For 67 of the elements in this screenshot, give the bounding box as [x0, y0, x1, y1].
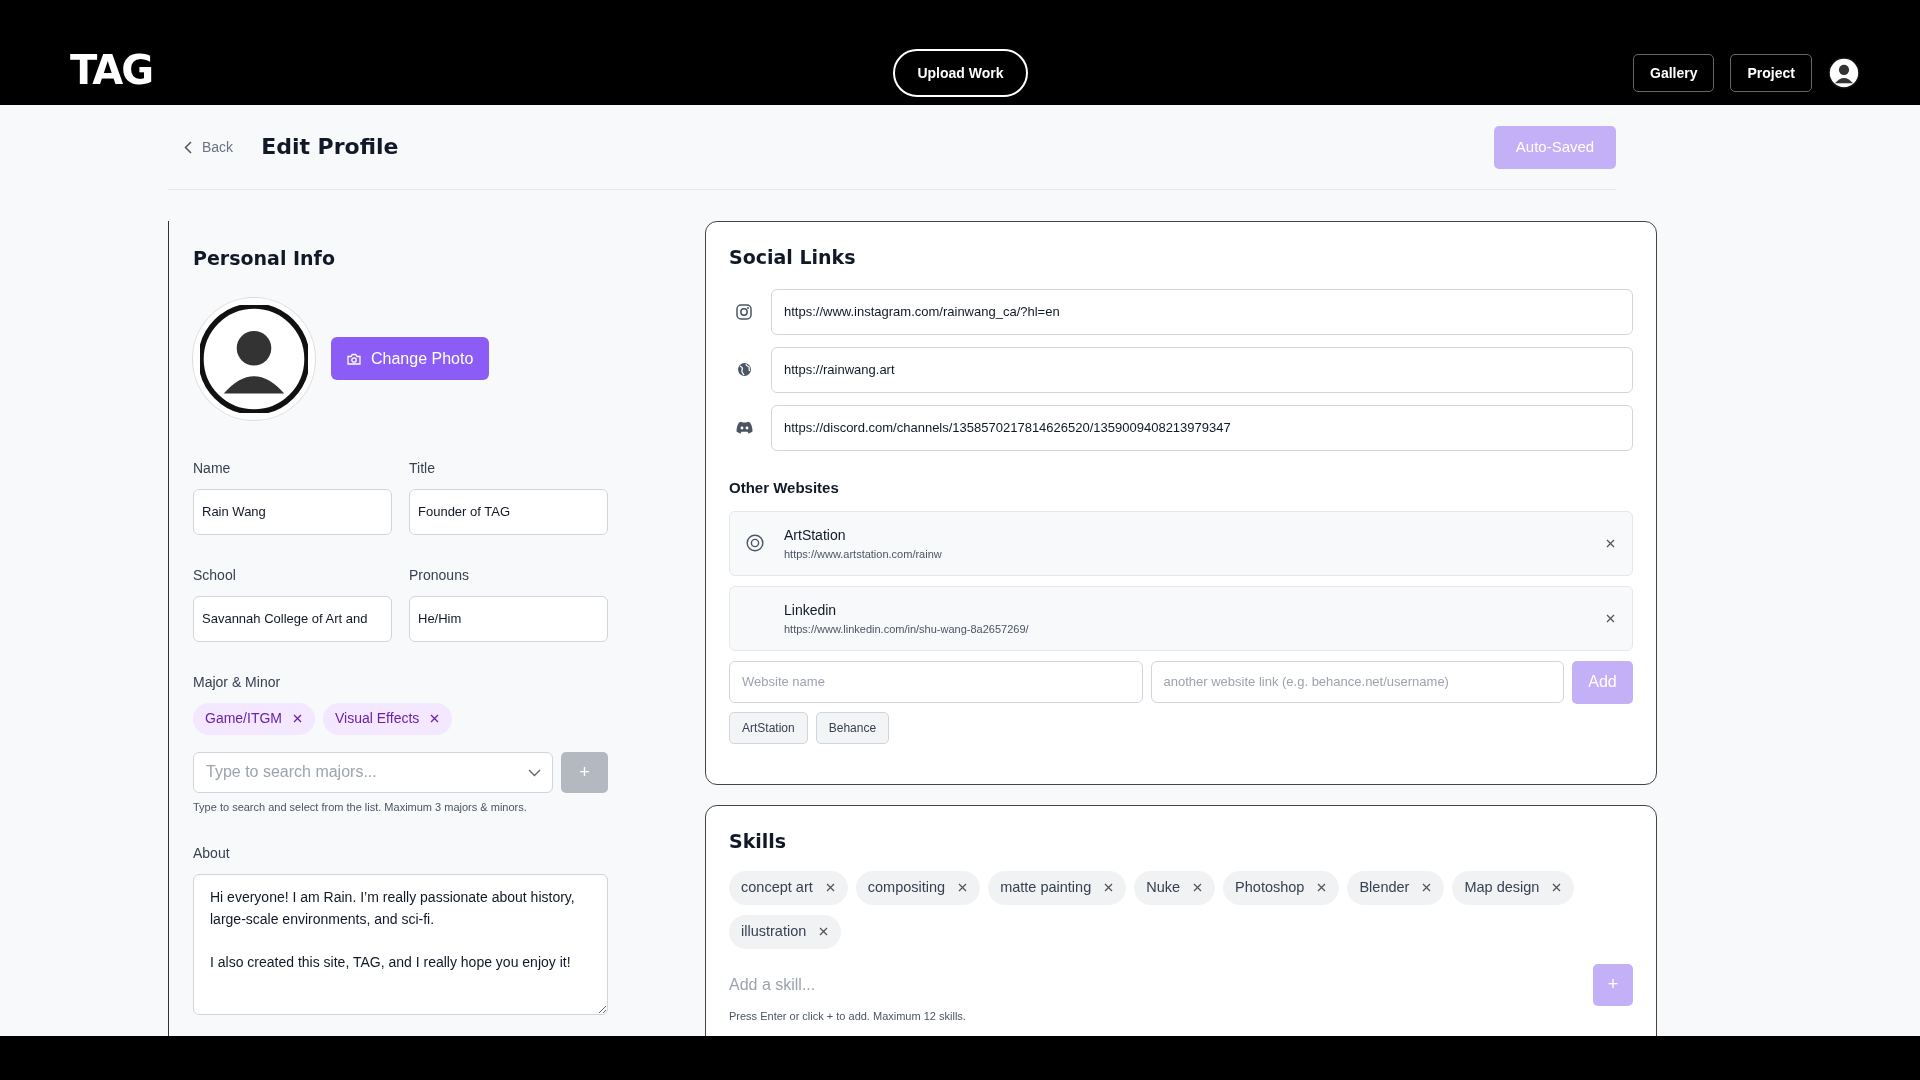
website-name: ArtStation [784, 525, 847, 545]
website-name: Linkedin [784, 600, 838, 620]
text-field[interactable]: He/Him [409, 595, 608, 642]
text-field[interactable]: Savannah College of Art and [193, 595, 392, 642]
website-url: https://www.artstation.com/rainw [784, 546, 942, 562]
close-icon[interactable] [429, 713, 441, 725]
field-label: School [193, 565, 237, 585]
close-icon[interactable] [1605, 537, 1616, 549]
chevron-down-icon [528, 768, 541, 777]
section-heading: Personal Info [193, 247, 336, 270]
section-heading: Skills [729, 830, 788, 853]
instagram-icon [736, 303, 752, 320]
website-name-field[interactable]: Website name [729, 660, 1143, 703]
about-field[interactable]: Hi everyone! I am Rain. I’m really passionate about history, large-scale environments, and sci-fi. I also created this site, TAG, and I really hope you enjoy it! [193, 874, 608, 1016]
text-field[interactable]: Founder of TAG [409, 488, 608, 535]
field-label: Major & Minor [193, 672, 282, 692]
website-url: https://www.linkedin.com/in/shu-wang-8a2657269/ [784, 621, 1029, 637]
tag-label: Visual Effects [335, 709, 420, 729]
close-icon[interactable] [1103, 882, 1115, 894]
field-label: Name [193, 458, 232, 478]
tag-label: compositing [867, 877, 946, 897]
tag-label: Game/ITGM [205, 709, 282, 729]
close-icon[interactable] [1421, 882, 1433, 894]
page-title: Edit Profile [261, 133, 399, 161]
upload-button[interactable]: Upload Work [893, 49, 1028, 97]
skill-field[interactable]: Add a skill... [729, 972, 1593, 997]
tag-label: Nuke [1146, 877, 1181, 897]
change-photo-button[interactable]: Change Photo [331, 337, 490, 381]
website-link-field[interactable]: another website link (e.g. behance.net/username) [1150, 660, 1564, 703]
suggestion-button[interactable]: Behance [815, 711, 890, 744]
field-label: About [193, 844, 231, 864]
url-field[interactable]: https://rainwang.art [771, 346, 1633, 393]
close-icon[interactable] [1605, 612, 1616, 624]
url-field[interactable]: https://www.instagram.com/rainwang_ca/?hl=en [771, 288, 1633, 335]
tag-label: Map design [1464, 877, 1540, 897]
target-icon [746, 534, 764, 553]
suggestion-button[interactable]: ArtStation [729, 711, 808, 744]
subsection-heading: Other Websites [729, 478, 840, 497]
section-heading: Social Links [729, 246, 857, 269]
close-icon[interactable] [1551, 882, 1563, 894]
nav-button[interactable]: Project [1730, 54, 1812, 92]
nav-button[interactable]: Gallery [1633, 54, 1715, 92]
profile-avatar[interactable] [1827, 57, 1860, 89]
tag-label: Photoshop [1235, 877, 1305, 897]
close-icon[interactable] [292, 713, 303, 725]
text-field[interactable]: Rain Wang [193, 488, 392, 535]
logo[interactable]: TAG [70, 50, 152, 90]
close-icon[interactable] [957, 882, 969, 894]
field-label: Pronouns [409, 565, 470, 585]
url-field[interactable]: https://discord.com/channels/1358570217814626520/1359009408213979347 [771, 404, 1633, 451]
search-field[interactable]: Type to search majors... [193, 751, 553, 793]
back-link[interactable]: Back [184, 136, 234, 158]
chevron-left-icon [184, 140, 192, 154]
close-icon[interactable] [824, 882, 836, 894]
hint-text: Type to search and select from the list. Maximum 3 majors & minors. [193, 799, 528, 815]
close-icon[interactable] [818, 926, 830, 938]
globe-icon [736, 362, 752, 378]
controller-icon [735, 421, 753, 435]
hint-text: Press Enter or click + to add. Maximum 12 skills. [729, 1008, 967, 1024]
tag-label: matte painting [1000, 877, 1092, 897]
tag-label: Blender [1359, 877, 1410, 897]
camera-icon [347, 352, 361, 365]
tag-label: concept art [741, 877, 813, 897]
close-icon[interactable] [1192, 882, 1204, 894]
close-icon[interactable] [1316, 882, 1328, 894]
tag-label: illustration [741, 921, 807, 941]
field-label: Title [409, 458, 436, 478]
